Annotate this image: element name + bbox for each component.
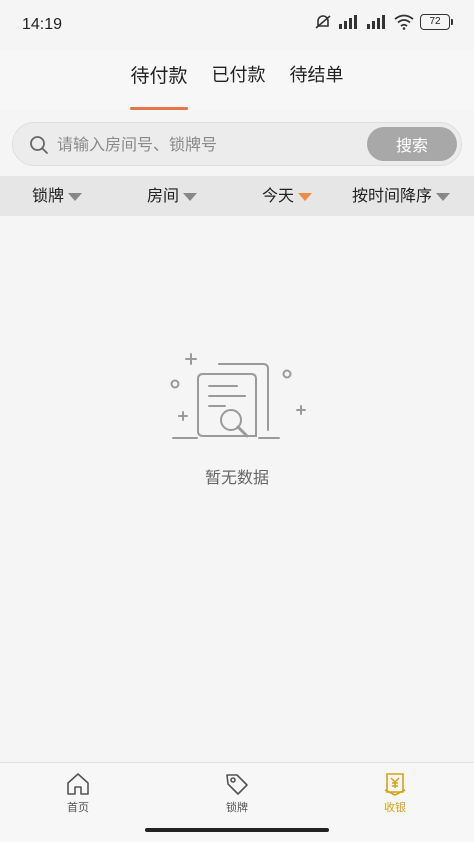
empty-document-search-icon <box>170 353 306 439</box>
filter-lock-tag-label: 锁牌 <box>32 186 65 205</box>
home-indicator <box>145 828 329 832</box>
nav-item-lock-tag[interactable]: 锁牌 <box>187 771 287 815</box>
filter-sort-label: 按时间降序 <box>352 186 433 205</box>
tag-icon <box>226 774 248 795</box>
muted-bell-icon <box>315 15 331 29</box>
battery-icon: 72 <box>420 14 453 30</box>
filter-sort[interactable]: 按时间降序 <box>352 176 451 216</box>
filter-room[interactable]: 房间 <box>147 176 198 216</box>
tab-pending-payment[interactable]: 待付款 <box>118 50 199 110</box>
wifi-icon <box>394 14 414 30</box>
order-status-tabs: 待付款 已付款 待结单 <box>0 50 474 110</box>
caret-down-icon <box>183 193 198 201</box>
status-time: 14:19 <box>22 16 63 33</box>
nav-item-cashier[interactable]: 收银 <box>345 771 445 815</box>
filter-date[interactable]: 今天 <box>262 176 313 216</box>
caret-down-icon <box>436 193 451 201</box>
empty-state-text: 暂无数据 <box>204 468 269 487</box>
search-bar: 搜索 <box>12 122 462 166</box>
caret-down-icon <box>298 193 313 201</box>
signal-icon-2 <box>367 15 385 29</box>
status-bar: 14:19 72 <box>0 0 474 50</box>
empty-state: 暂无数据 <box>0 350 474 488</box>
caret-down-icon <box>68 193 83 201</box>
filter-date-label: 今天 <box>262 186 295 205</box>
signal-icon <box>339 15 357 29</box>
cashier-yen-icon <box>384 773 406 796</box>
filter-bar: 锁牌 房间 今天 按时间降序 <box>0 176 474 216</box>
nav-item-lock-tag-label: 锁牌 <box>226 801 248 814</box>
home-icon <box>67 773 89 795</box>
status-icons: 72 <box>314 14 453 30</box>
nav-item-home-label: 首页 <box>67 801 89 814</box>
tab-paid[interactable]: 已付款 <box>200 50 278 110</box>
nav-item-home[interactable]: 首页 <box>28 771 128 815</box>
search-input[interactable] <box>57 123 367 165</box>
search-icon <box>30 136 48 154</box>
tab-pending-settlement[interactable]: 待结单 <box>278 50 356 110</box>
nav-item-cashier-label: 收银 <box>384 801 406 814</box>
filter-lock-tag[interactable]: 锁牌 <box>32 176 83 216</box>
filter-room-label: 房间 <box>147 186 180 205</box>
search-button[interactable]: 搜索 <box>367 127 457 161</box>
